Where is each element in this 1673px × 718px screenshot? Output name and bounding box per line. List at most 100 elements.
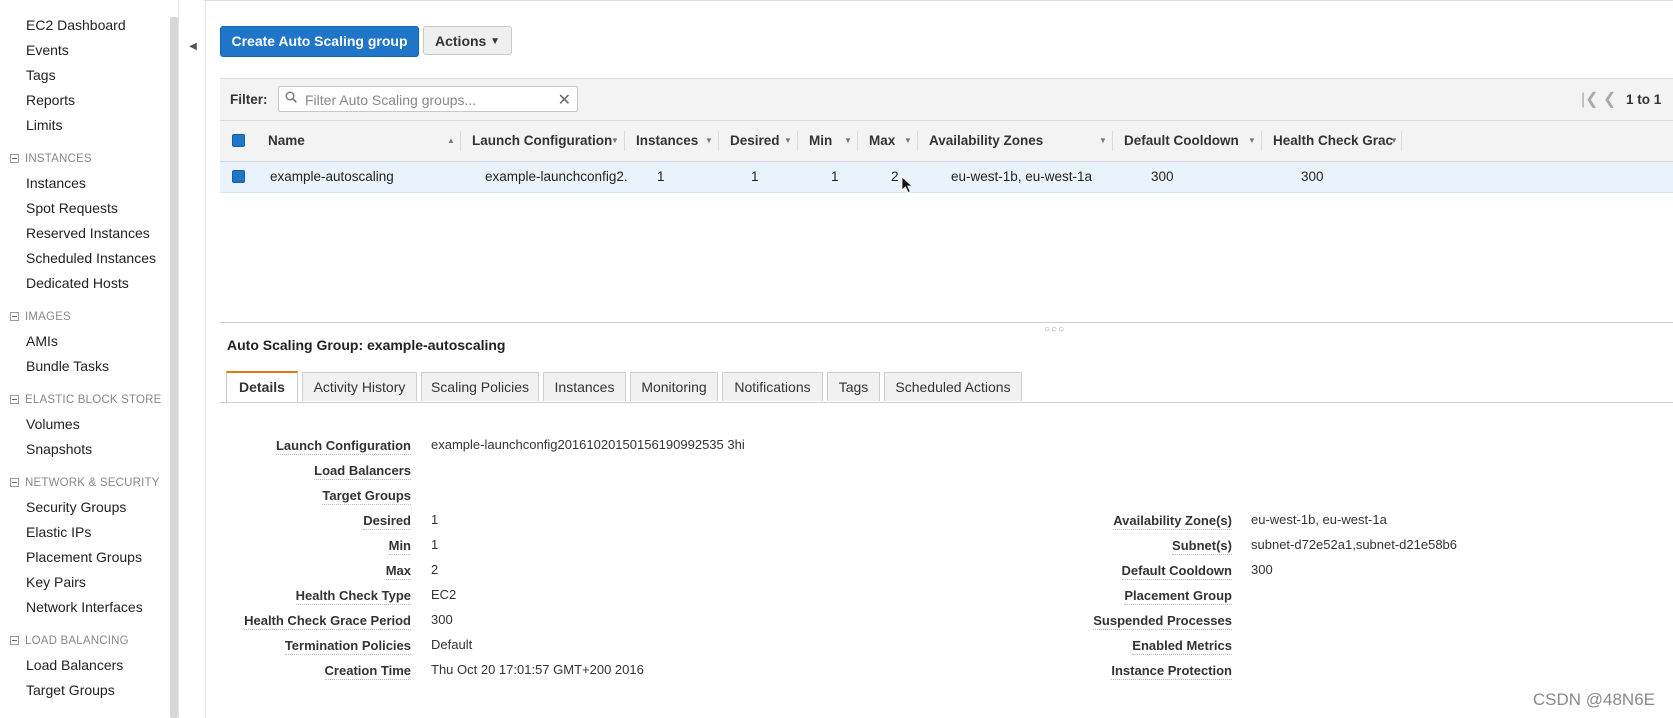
value-termination-policies: Default <box>431 637 473 652</box>
value-default-cooldown: 300 <box>1251 562 1273 577</box>
detail-tabs: Details Activity History Scaling Policie… <box>220 371 1673 403</box>
sort-icon: ▼ <box>705 136 713 145</box>
column-header-max[interactable]: Max ▼ <box>858 121 918 161</box>
sidebar-item-limits[interactable]: Limits <box>26 117 63 133</box>
actions-button[interactable]: Actions ▼ <box>423 26 512 55</box>
page-range: 1 to 1 <box>1626 92 1662 107</box>
label-creation-time: Creation Time <box>324 663 411 680</box>
mouse-cursor-icon <box>901 176 914 194</box>
label-health-check-type: Health Check Type <box>295 588 411 605</box>
cell-instances: 1 <box>657 169 665 184</box>
sidebar-item-dedicated-hosts[interactable]: Dedicated Hosts <box>26 275 129 291</box>
label-enabled-metrics: Enabled Metrics <box>1132 638 1232 655</box>
sidebar-item-network-interfaces[interactable]: Network Interfaces <box>26 599 143 615</box>
sidebar-item-key-pairs[interactable]: Key Pairs <box>26 574 86 590</box>
panel-splitter[interactable] <box>220 322 1673 323</box>
tab-monitoring[interactable]: Monitoring <box>630 372 718 401</box>
sidebar-section-instances[interactable]: INSTANCES <box>10 153 92 165</box>
sort-icon: ▼ <box>784 136 792 145</box>
tab-scaling-policies[interactable]: Scaling Policies <box>421 372 539 401</box>
sidebar-section-network-security[interactable]: NETWORK & SECURITY <box>10 477 160 489</box>
column-header-launch-configuration[interactable]: Launch Configuration ▼ <box>461 121 625 161</box>
sidebar-item-placement-groups[interactable]: Placement Groups <box>26 549 142 565</box>
select-all-checkbox[interactable] <box>232 134 245 147</box>
row-checkbox[interactable] <box>232 170 245 183</box>
collapse-icon <box>10 154 19 163</box>
clear-icon[interactable]: ✕ <box>558 90 571 110</box>
sidebar-item-reserved-instances[interactable]: Reserved Instances <box>26 225 150 241</box>
pager: |❮ ❮ 1 to 1 <box>1573 79 1673 118</box>
value-health-check-type: EC2 <box>431 587 457 602</box>
sidebar-item-load-balancers[interactable]: Load Balancers <box>26 657 123 673</box>
column-header-name[interactable]: Name ▲ <box>254 121 461 161</box>
tab-instances[interactable]: Instances <box>543 372 626 401</box>
filter-box[interactable]: ✕ <box>278 86 578 112</box>
first-page-icon[interactable]: |❮ <box>1581 89 1599 109</box>
column-header-health-check-grace[interactable]: Health Check Grac ▼ <box>1262 121 1402 161</box>
value-availability-zones: eu-west-1b, eu-west-1a <box>1251 512 1387 527</box>
sidebar-item-spot-requests[interactable]: Spot Requests <box>26 200 118 216</box>
column-header-availability-zones[interactable]: Availability Zones ▼ <box>918 121 1113 161</box>
collapse-sidebar-icon[interactable]: ◀ <box>184 36 202 58</box>
sidebar-item-reports[interactable]: Reports <box>26 92 75 108</box>
sidebar-item-events[interactable]: Events <box>26 42 69 58</box>
cell-desired: 1 <box>751 169 759 184</box>
column-header-desired[interactable]: Desired ▼ <box>719 121 798 161</box>
value-health-check-grace-period: 300 <box>431 612 453 627</box>
sidebar-scrollbar[interactable] <box>170 17 178 718</box>
tab-details[interactable]: Details <box>226 371 298 402</box>
sidebar-item-tags[interactable]: Tags <box>26 67 56 83</box>
sidebar-item-scheduled-instances[interactable]: Scheduled Instances <box>26 250 156 266</box>
sidebar: EC2 Dashboard Events Tags Reports Limits… <box>0 0 165 718</box>
sidebar-item-ec2-dashboard[interactable]: EC2 Dashboard <box>26 17 126 33</box>
sidebar-item-snapshots[interactable]: Snapshots <box>26 441 92 457</box>
label-subnets: Subnet(s) <box>1172 538 1232 555</box>
label-availability-zones: Availability Zone(s) <box>1113 513 1232 530</box>
sidebar-item-security-groups[interactable]: Security Groups <box>26 499 126 515</box>
label-load-balancers: Load Balancers <box>314 463 411 480</box>
tab-activity-history[interactable]: Activity History <box>302 372 417 401</box>
tab-scheduled-actions[interactable]: Scheduled Actions <box>884 372 1022 401</box>
sidebar-section-ebs[interactable]: ELASTIC BLOCK STORE <box>10 394 162 406</box>
cell-name: example-autoscaling <box>270 169 394 184</box>
label-max: Max <box>385 563 411 580</box>
value-subnets: subnet-d72e52a1,subnet-d21e58b6 <box>1251 537 1458 552</box>
chevron-down-icon: ▼ <box>490 36 500 47</box>
drag-handle-icon[interactable]: ○○○ <box>1044 324 1065 335</box>
sidebar-item-amis[interactable]: AMIs <box>26 333 58 349</box>
label-default-cooldown: Default Cooldown <box>1121 563 1232 580</box>
search-icon <box>285 91 297 103</box>
sort-icon: ▼ <box>844 136 852 145</box>
label-instance-protection: Instance Protection <box>1111 663 1232 680</box>
sidebar-section-load-balancing[interactable]: LOAD BALANCING <box>10 635 129 647</box>
filter-label: Filter: <box>230 92 268 107</box>
column-header-default-cooldown[interactable]: Default Cooldown ▼ <box>1113 121 1262 161</box>
sort-icon: ▼ <box>611 136 619 145</box>
filter-input[interactable] <box>303 89 557 111</box>
column-header-instances[interactable]: Instances ▼ <box>625 121 719 161</box>
actions-label: Actions <box>435 33 487 49</box>
collapse-icon <box>10 478 19 487</box>
label-suspended-processes: Suspended Processes <box>1093 613 1232 630</box>
sidebar-item-elastic-ips[interactable]: Elastic IPs <box>26 524 91 540</box>
sort-icon: ▼ <box>1099 136 1107 145</box>
column-header-min[interactable]: Min ▼ <box>798 121 858 161</box>
previous-page-icon[interactable]: ❮ <box>1603 89 1616 109</box>
tab-tags[interactable]: Tags <box>827 372 880 401</box>
label-desired: Desired <box>363 513 411 530</box>
sort-icon: ▼ <box>1390 136 1398 145</box>
table-row[interactable]: example-autoscaling example-launchconfig… <box>220 162 1673 193</box>
sidebar-item-bundle-tasks[interactable]: Bundle Tasks <box>26 358 109 374</box>
label-termination-policies: Termination Policies <box>284 638 411 655</box>
sidebar-section-images[interactable]: IMAGES <box>10 311 71 323</box>
collapse-icon <box>10 395 19 404</box>
create-auto-scaling-group-button[interactable]: Create Auto Scaling group <box>220 26 419 57</box>
watermark: CSDN @48N6E <box>1532 690 1655 709</box>
label-placement-group: Placement Group <box>1124 588 1232 605</box>
tab-notifications[interactable]: Notifications <box>722 372 823 401</box>
sidebar-item-target-groups[interactable]: Target Groups <box>26 682 115 698</box>
label-min: Min <box>388 538 411 555</box>
sidebar-item-instances[interactable]: Instances <box>26 175 86 191</box>
filter-bar: Filter: ✕ |❮ ❮ 1 to 1 <box>220 78 1673 121</box>
sidebar-item-volumes[interactable]: Volumes <box>26 416 80 432</box>
